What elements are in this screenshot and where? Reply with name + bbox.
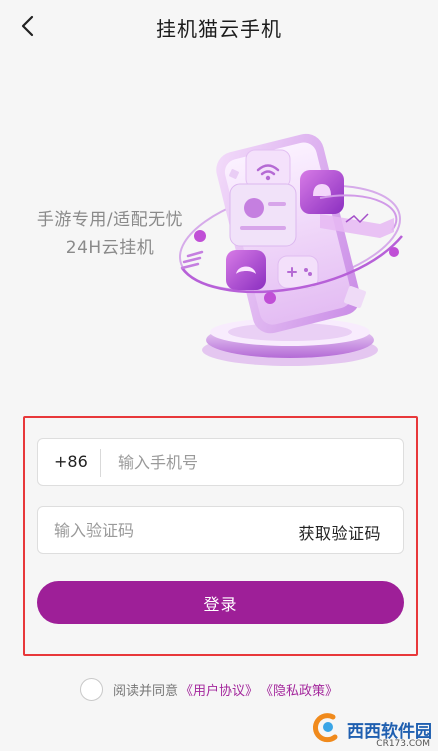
watermark: 西西软件园 CR173.COM [311,711,432,749]
watermark-logo-icon [311,711,345,747]
phone-field: +86 [37,438,404,486]
verification-code-input[interactable] [54,507,274,553]
watermark-sub: CR173.COM [376,739,430,749]
agree-checkbox[interactable] [80,677,103,701]
login-form-box: +86 获取验证码 登录 [23,416,418,656]
verification-code-field: 获取验证码 [37,506,404,554]
agreement-row: 阅读并同意 《用户协议》 《隐私政策》 [80,676,338,702]
field-divider [100,449,101,477]
phone-input[interactable] [118,439,388,485]
cloud-phone-illustration [170,118,420,373]
header: 挂机猫云手机 [0,0,438,56]
get-code-button[interactable]: 获取验证码 [298,520,381,544]
country-code[interactable]: +86 [54,452,88,471]
user-agreement-link[interactable]: 《用户协议》 [180,680,258,699]
privacy-policy-link[interactable]: 《隐私政策》 [260,680,338,699]
login-button[interactable]: 登录 [37,581,404,624]
agreement-text: 阅读并同意 [113,683,179,699]
page-title: 挂机猫云手机 [156,17,282,41]
watermark-brand: 西西软件园 [347,721,432,742]
